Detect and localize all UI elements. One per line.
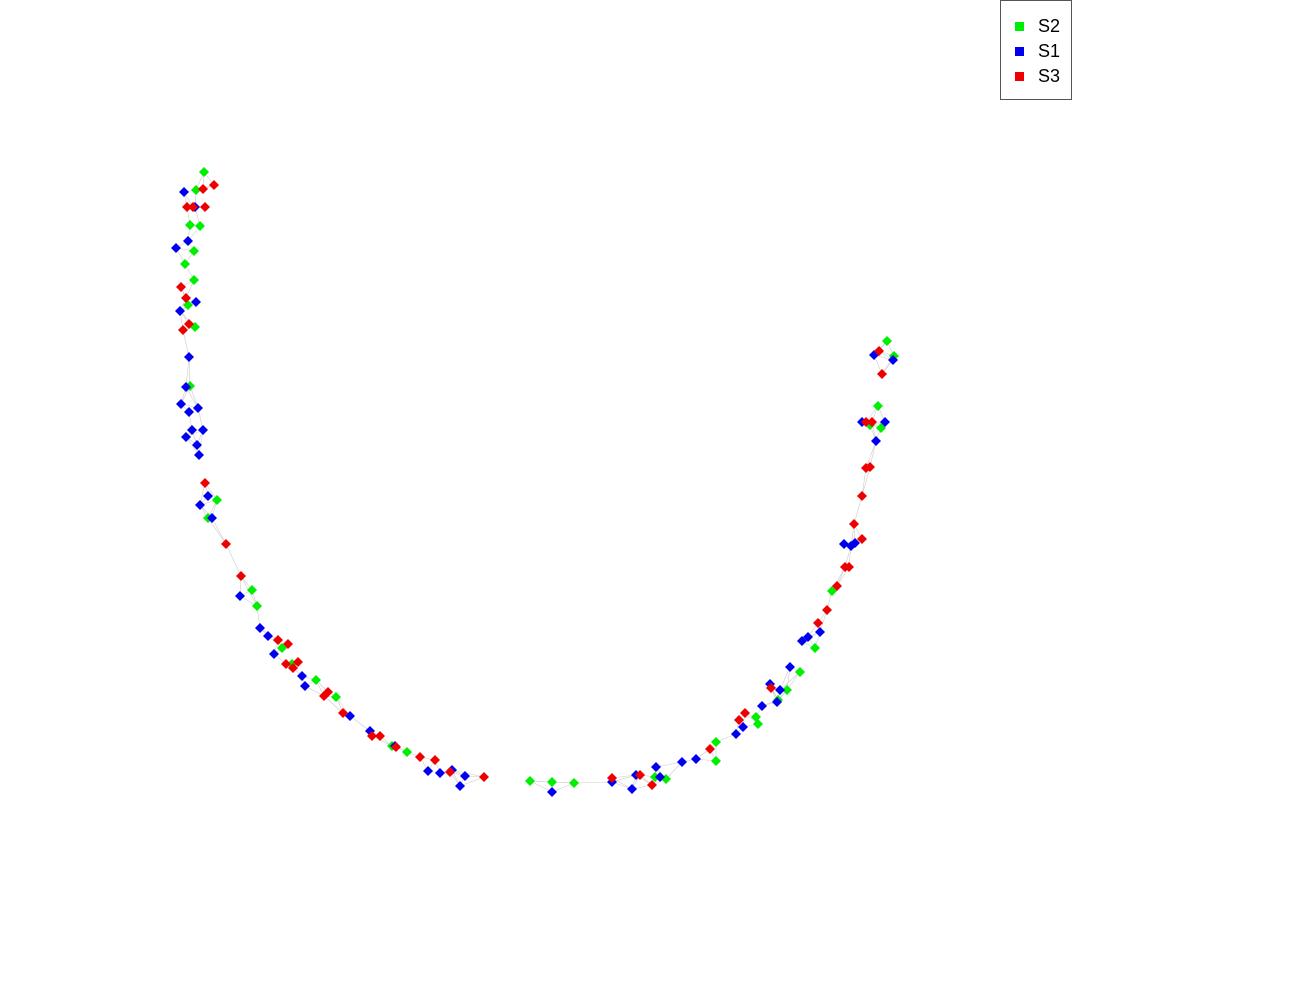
point-s2-2 [185,220,195,230]
edge [779,671,801,691]
point-s3-23 [415,752,425,762]
point-s2-32 [810,643,820,653]
point-s3-32 [740,708,750,718]
legend-item-s2: S2 [1015,16,1060,36]
edge [207,517,227,545]
edge [573,781,613,784]
point-s3-41 [857,491,867,501]
point-s2-25 [711,737,721,747]
point-s3-35 [822,605,832,615]
point-s3-24 [430,755,440,765]
edge-layer [175,171,895,793]
point-s3-46 [877,369,887,379]
point-s3-1 [198,184,208,194]
point-s1-0 [179,187,189,197]
point-s2-4 [189,246,199,256]
point-s3-0 [209,180,219,190]
point-s1-2 [171,243,181,253]
point-s3-9 [200,478,210,488]
point-s2-6 [189,275,199,285]
point-s1-33 [547,787,557,797]
point-s2-17 [331,692,341,702]
point-s2-12 [247,585,257,595]
point-s1-35 [627,784,637,794]
point-s1-3 [183,236,193,246]
point-s1-24 [300,681,310,691]
edge [853,495,863,525]
legend-item-s1: S1 [1015,41,1060,61]
point-s2-18 [402,747,412,757]
point-s2-36 [873,401,883,411]
point-s1-13 [181,432,191,442]
point-s2-5 [180,259,190,269]
legend: S2 S1 S3 [1000,0,1072,100]
point-s2-26 [711,756,721,766]
legend-label-s2: S2 [1038,16,1061,36]
point-s1-11 [187,425,197,435]
point-s3-11 [236,571,246,581]
point-s1-12 [198,425,208,435]
legend-label-s1: S1 [1038,41,1061,61]
point-s1-37 [651,762,661,772]
point-s1-40 [691,754,701,764]
point-s2-22 [569,778,579,788]
point-s1-14 [192,440,202,450]
point-s1-15 [194,450,204,460]
point-s3-10 [221,539,231,549]
point-s2-3 [195,221,205,231]
point-s3-30 [705,744,715,754]
edge [211,517,227,545]
legend-swatch-s3 [1015,71,1024,81]
point-s1-31 [455,781,465,791]
point-s3-21 [375,731,385,741]
legend-swatch-s1 [1015,46,1024,56]
point-s2-10 [212,495,222,505]
point-s3-39 [849,519,859,529]
point-s1-50 [815,627,825,637]
point-s1-10 [193,403,203,413]
network-plot [171,167,899,797]
point-s3-4 [200,202,210,212]
point-s1-29 [435,768,445,778]
point-s3-26 [479,772,489,782]
point-s1-55 [871,436,881,446]
point-s1-28 [423,766,433,776]
point-s1-47 [785,662,795,672]
point-s1-43 [757,701,767,711]
legend-swatch-s2 [1015,21,1024,31]
edge [225,543,242,577]
point-s1-22 [269,649,279,659]
point-s2-0 [199,167,209,177]
point-s1-6 [184,352,194,362]
point-s1-32 [460,771,470,781]
point-s2-21 [547,777,557,787]
point-s2-13 [252,601,262,611]
point-s2-20 [525,776,535,786]
node-layer [171,167,899,797]
point-s3-5 [176,282,186,292]
legend-label-s3: S3 [1038,66,1061,86]
legend-item-s3: S3 [1015,66,1060,86]
point-s1-19 [235,591,245,601]
edge [349,715,371,732]
